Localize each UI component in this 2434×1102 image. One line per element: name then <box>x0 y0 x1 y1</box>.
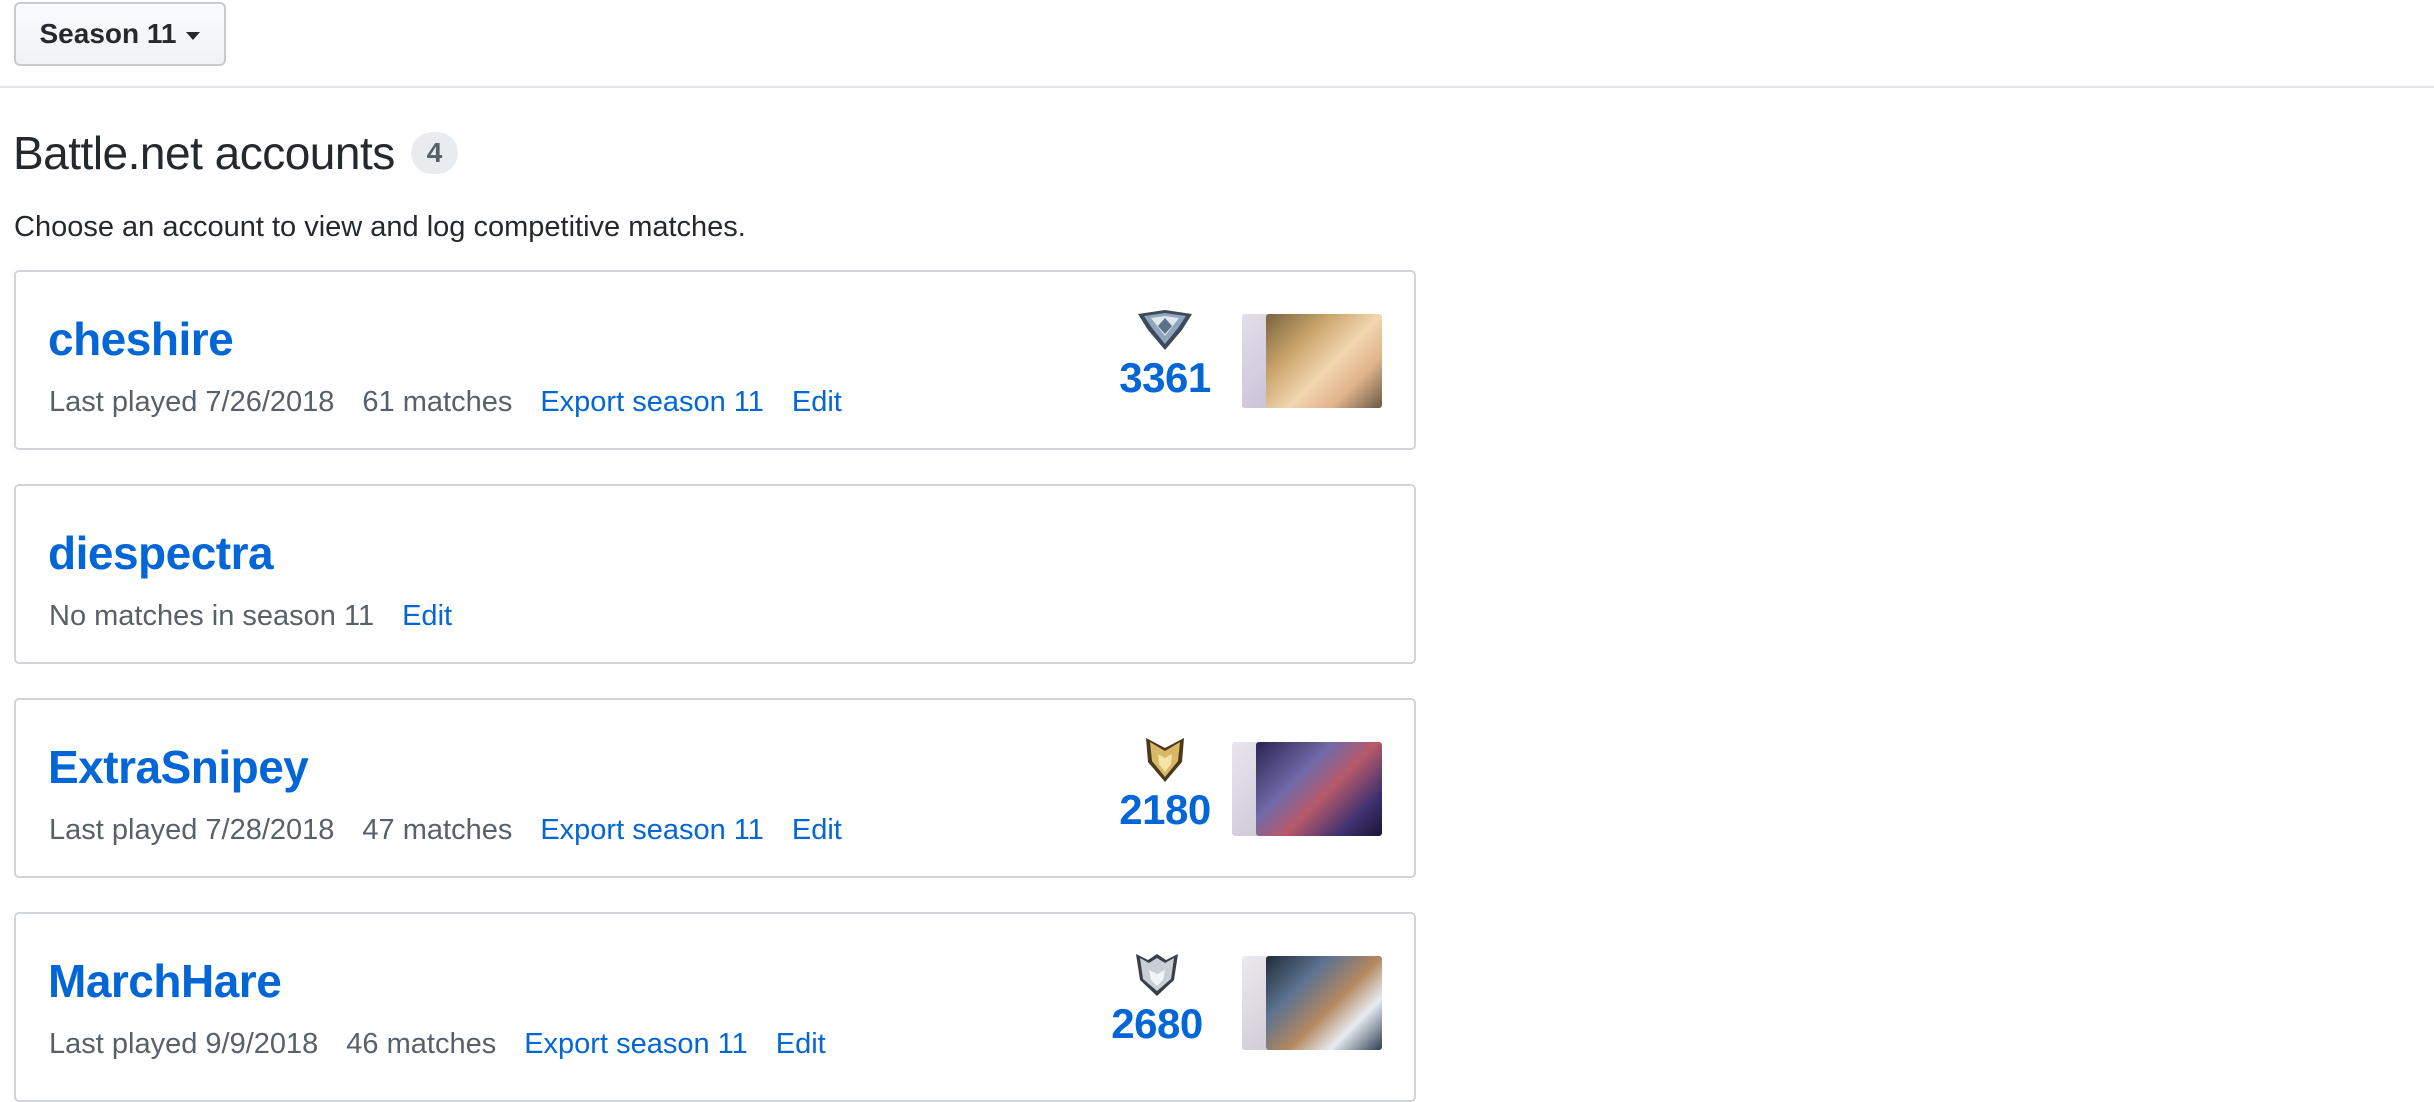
master-rank-icon <box>1138 310 1192 350</box>
chevron-down-icon <box>186 32 201 40</box>
edit-account-link[interactable]: Edit <box>402 600 452 633</box>
skill-rating: 3361 <box>1119 354 1211 401</box>
account-card: diespectra No matches in season 11 Edit <box>14 484 1416 664</box>
account-card: MarchHare Last played 9/9/2018 46 matche… <box>14 912 1416 1102</box>
rank-block: 2680 <box>1102 950 1212 1048</box>
account-meta: Last played 9/9/2018 46 matches Export s… <box>49 1028 826 1061</box>
edit-account-link[interactable]: Edit <box>776 1028 826 1061</box>
gold-rank-icon <box>1146 738 1184 782</box>
no-matches-text: No matches in season 11 <box>49 600 375 632</box>
match-count-text: 47 matches <box>362 814 513 846</box>
hero-portraits <box>1242 956 1382 1050</box>
edit-account-link[interactable]: Edit <box>792 814 842 847</box>
last-played-text: Last played 7/26/2018 <box>49 386 335 418</box>
page-heading: Battle.net accounts 4 <box>13 126 459 180</box>
account-name-link[interactable]: cheshire <box>48 312 234 366</box>
account-card: cheshire Last played 7/26/2018 61 matche… <box>14 270 1416 450</box>
page-subtitle: Choose an account to view and log compet… <box>14 211 746 243</box>
match-count-text: 61 matches <box>362 386 513 418</box>
edit-account-link[interactable]: Edit <box>792 386 842 419</box>
account-meta: Last played 7/26/2018 61 matches Export … <box>49 386 842 419</box>
symmetra-portrait <box>1266 956 1382 1050</box>
page-title: Battle.net accounts <box>13 127 395 179</box>
widowmaker-portrait <box>1256 742 1382 836</box>
account-meta: No matches in season 11 Edit <box>49 600 452 633</box>
rank-block: 3361 <box>1110 308 1220 402</box>
account-card: ExtraSnipey Last played 7/28/2018 47 mat… <box>14 698 1416 878</box>
account-name-link[interactable]: diespectra <box>48 526 274 580</box>
last-played-text: Last played 9/9/2018 <box>49 1028 319 1060</box>
export-season-link[interactable]: Export season 11 <box>540 814 764 847</box>
account-name-link[interactable]: ExtraSnipey <box>48 740 309 794</box>
skill-rating: 2180 <box>1119 786 1211 833</box>
top-bar: Season 11 <box>0 0 2434 88</box>
match-count-text: 46 matches <box>346 1028 497 1060</box>
season-dropdown-label: Season 11 <box>39 18 177 49</box>
account-count-badge: 4 <box>410 132 459 174</box>
account-meta: Last played 7/28/2018 47 matches Export … <box>49 814 842 847</box>
hero-portraits <box>1242 314 1382 408</box>
rank-block: 2180 <box>1110 736 1220 834</box>
export-season-link[interactable]: Export season 11 <box>524 1028 748 1061</box>
season-dropdown-button[interactable]: Season 11 <box>14 2 226 66</box>
platinum-rank-icon <box>1136 954 1178 996</box>
skill-rating: 2680 <box>1111 1000 1203 1047</box>
last-played-text: Last played 7/28/2018 <box>49 814 335 846</box>
hero-portraits <box>1232 742 1382 836</box>
account-name-link[interactable]: MarchHare <box>48 954 282 1008</box>
mercy-portrait <box>1266 314 1382 408</box>
export-season-link[interactable]: Export season 11 <box>540 386 764 419</box>
